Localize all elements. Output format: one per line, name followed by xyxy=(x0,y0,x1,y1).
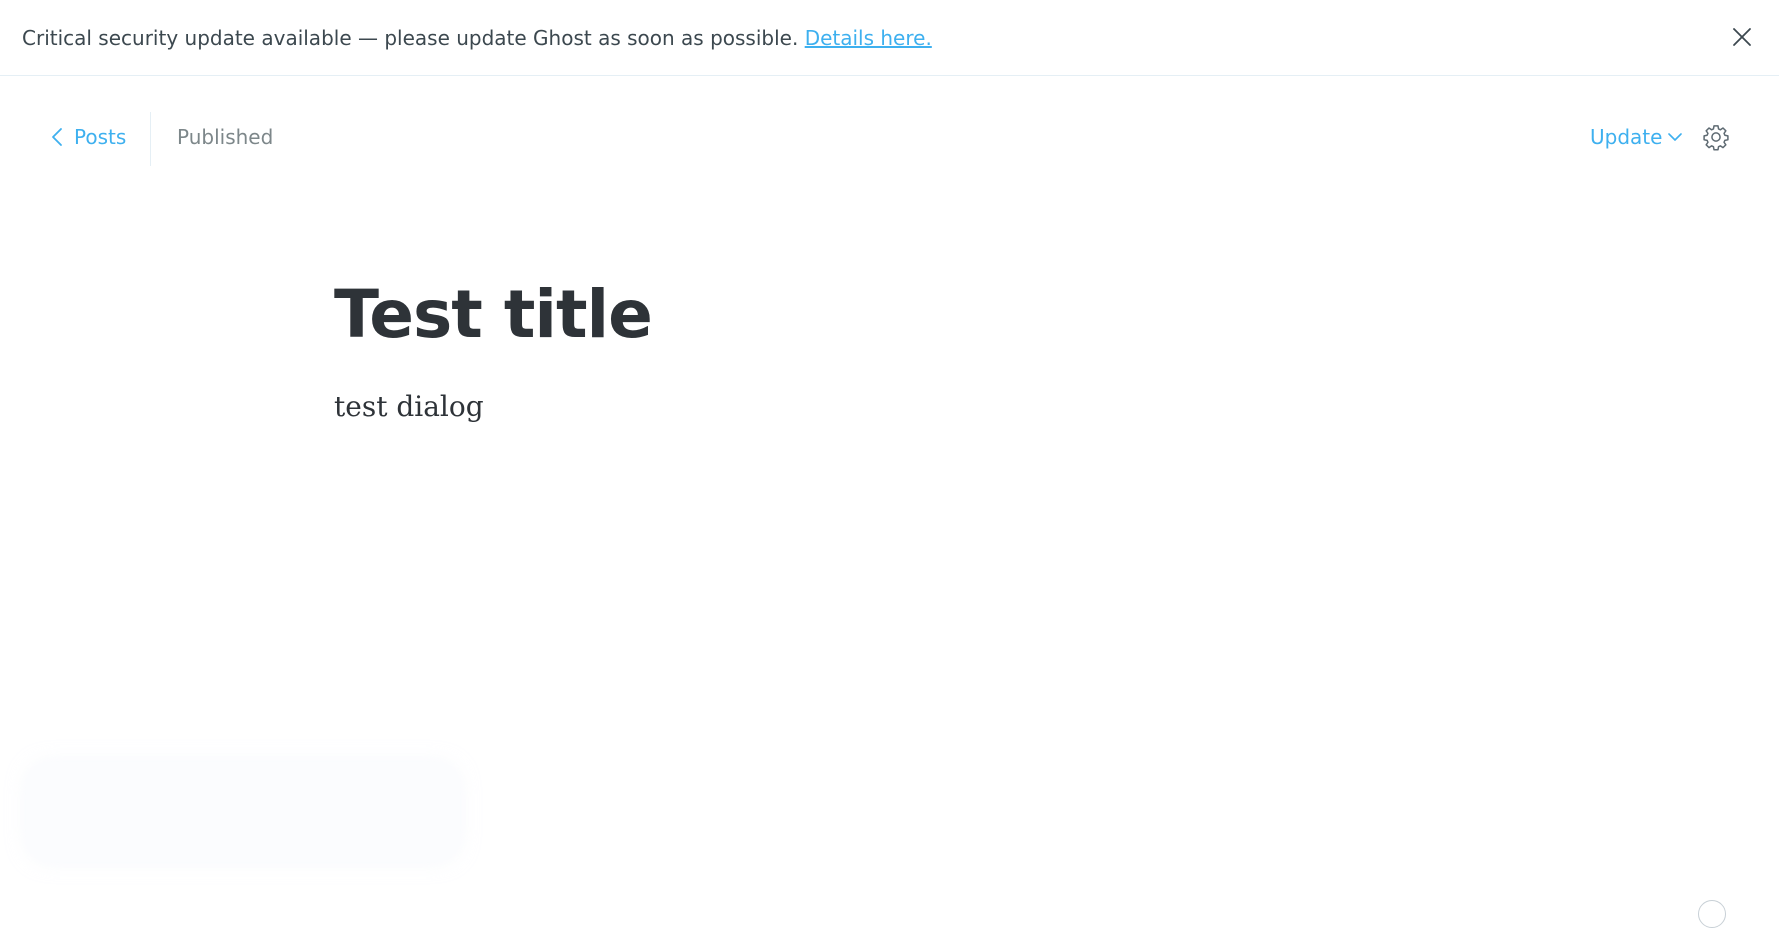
chevron-left-icon xyxy=(52,128,62,146)
editor-header: Posts Published Update xyxy=(0,76,1779,202)
faded-notification xyxy=(26,762,460,862)
update-button[interactable]: Update xyxy=(1590,122,1683,152)
help-icon[interactable] xyxy=(1698,900,1726,928)
post-title[interactable]: Test title xyxy=(334,272,653,358)
back-to-posts-link[interactable]: Posts xyxy=(50,122,126,152)
banner-details-link[interactable]: Details here. xyxy=(805,26,932,50)
header-divider xyxy=(150,112,151,166)
banner-message: Critical security update available — ple… xyxy=(22,23,932,53)
chevron-down-icon xyxy=(1668,133,1683,141)
gear-icon[interactable] xyxy=(1702,123,1730,151)
back-link-label: Posts xyxy=(74,125,127,149)
post-status: Published xyxy=(177,125,274,149)
banner-message-text: Critical security update available — ple… xyxy=(22,26,799,50)
close-icon[interactable] xyxy=(1728,23,1756,51)
update-button-label: Update xyxy=(1590,125,1663,149)
security-update-banner: Critical security update available — ple… xyxy=(0,0,1779,76)
post-body-text[interactable]: test dialog xyxy=(334,387,484,427)
